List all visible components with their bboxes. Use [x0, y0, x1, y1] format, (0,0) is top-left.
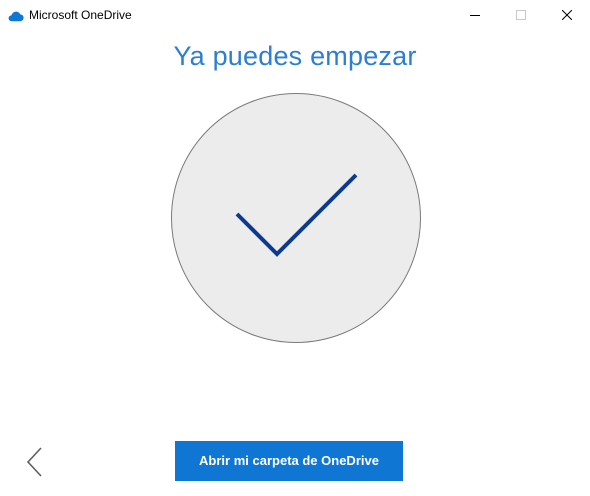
maximize-icon: [516, 10, 526, 20]
title-bar[interactable]: Microsoft OneDrive: [0, 0, 590, 30]
success-illustration: [170, 92, 422, 344]
maximize-button[interactable]: [498, 0, 544, 30]
close-button[interactable]: [544, 0, 590, 30]
page-heading: Ya puedes empezar: [173, 41, 417, 71]
chevron-left-icon: [26, 447, 42, 477]
minimize-icon: [470, 15, 480, 16]
open-onedrive-folder-button[interactable]: Abrir mi carpeta de OneDrive: [175, 441, 403, 481]
minimize-button[interactable]: [452, 0, 498, 30]
onedrive-cloud-icon: [8, 9, 24, 22]
back-button[interactable]: [22, 444, 48, 480]
close-icon: [562, 10, 572, 20]
circle-background: [171, 93, 421, 343]
window-title: Microsoft OneDrive: [29, 8, 132, 22]
onedrive-setup-window: Microsoft OneDrive Ya puedes empezar Abr…: [0, 0, 590, 496]
